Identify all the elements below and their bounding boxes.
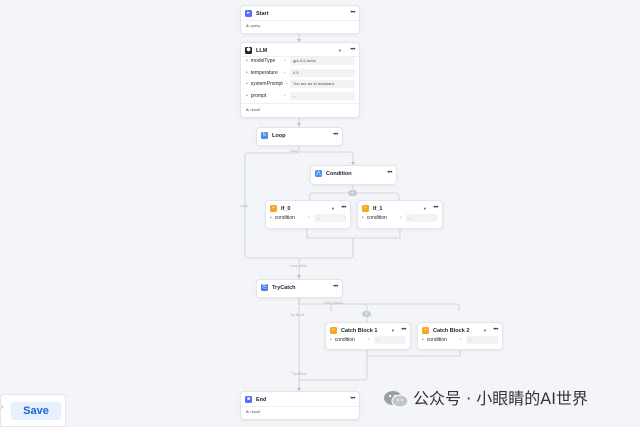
llm-output: Aresult xyxy=(246,107,261,112)
start-icon: ▸ xyxy=(245,10,252,17)
if1-title: If_1 xyxy=(373,206,383,212)
start-output: Aquery xyxy=(246,23,261,28)
param-value[interactable]: You are an AI assistant. xyxy=(290,80,355,88)
chevron-down-icon[interactable]: ▾ xyxy=(424,204,426,214)
param-row-temperature: • temperature * 0.5 xyxy=(246,69,355,77)
add-branch-icon[interactable]: + xyxy=(362,311,371,317)
trycatch-icon: ⎘ xyxy=(261,284,268,291)
llm-node[interactable]: ⬢ LLM ▾ ••• • modelType * gpt-3.5-turbo •… xyxy=(240,42,360,118)
catch1-title: Catch Block 1 xyxy=(341,328,378,334)
wechat-icon xyxy=(384,391,409,408)
branch-icon: ⑂ xyxy=(330,327,337,334)
add-branch-icon[interactable]: + xyxy=(348,190,357,196)
loop-node[interactable]: ↻ Loop ••• xyxy=(256,127,343,146)
more-icon[interactable]: ••• xyxy=(387,169,392,177)
edge-label: Loop finish xyxy=(290,264,307,268)
param-value[interactable]: ... xyxy=(290,92,355,100)
catch2-title: Catch Block 2 xyxy=(433,328,470,334)
condition-node[interactable]: ⋀ Condition ••• xyxy=(310,165,397,185)
param-row-condition: • condition * ... xyxy=(270,214,346,222)
chevron-down-icon[interactable]: ▾ xyxy=(339,46,341,56)
branch-icon: ⑂ xyxy=(362,205,369,212)
more-icon[interactable]: ••• xyxy=(350,46,355,54)
edge-catch-end xyxy=(298,356,368,381)
watermark-text: 公众号 · 小眼睛的AI世界 xyxy=(413,389,588,408)
condition-title: Condition xyxy=(326,171,352,177)
more-icon[interactable]: ••• xyxy=(493,326,498,334)
start-title: Start xyxy=(256,11,269,17)
start-node[interactable]: ▸ Start ••• Aquery xyxy=(240,5,360,34)
llm-icon: ⬢ xyxy=(245,47,252,54)
edge-catch-merge xyxy=(366,349,461,357)
param-row-systemprompt: • systemPrompt * You are an AI assistant. xyxy=(246,80,355,88)
condition-icon: ⋀ xyxy=(315,170,322,177)
param-row-condition: • condition * ... xyxy=(362,214,438,222)
trycatch-title: TryCatch xyxy=(272,285,296,291)
chevron-down-icon[interactable]: ▾ xyxy=(392,326,394,336)
chevron-down-icon[interactable]: ▾ xyxy=(484,326,486,336)
end-node[interactable]: ■ End ••• Aresult xyxy=(240,391,360,420)
edge-label: Loop xyxy=(290,149,298,153)
loop-title: Loop xyxy=(272,133,286,139)
param-value[interactable]: 0.5 xyxy=(290,69,355,77)
edge-catch-branches xyxy=(330,303,460,311)
param-row-condition: • condition * ... xyxy=(330,336,406,344)
more-icon[interactable]: ••• xyxy=(333,283,338,291)
param-value[interactable]: ... xyxy=(374,336,406,344)
param-row-prompt: • prompt * ... xyxy=(246,92,355,100)
param-value[interactable]: gpt-3.5-turbo xyxy=(290,57,355,65)
edge-label: Loop xyxy=(240,204,248,208)
param-value[interactable]: ... xyxy=(466,336,498,344)
more-icon[interactable]: ••• xyxy=(341,204,346,212)
end-icon: ■ xyxy=(245,396,252,403)
param-row-condition: • condition * ... xyxy=(422,336,498,344)
edge-loop-condition xyxy=(298,145,354,165)
edge-branches-merge xyxy=(306,228,401,239)
more-icon[interactable]: ••• xyxy=(401,326,406,334)
save-panel: › Save xyxy=(0,394,66,427)
branch-icon: ⑂ xyxy=(422,327,429,334)
if0-title: If_0 xyxy=(281,206,291,212)
param-value[interactable]: ... xyxy=(314,214,346,222)
chevron-right-icon[interactable]: › xyxy=(1,404,3,411)
save-button[interactable]: Save xyxy=(11,402,61,420)
more-icon[interactable]: ••• xyxy=(350,9,355,17)
edge-label: Try Block xyxy=(292,372,307,376)
if1-node[interactable]: ⑂ If_1 ▾ ••• • condition * ... xyxy=(357,200,443,229)
branch-icon: ⑂ xyxy=(270,205,277,212)
more-icon[interactable]: ••• xyxy=(350,395,355,403)
edge-label: Catch Block xyxy=(324,301,343,305)
catch2-node[interactable]: ⑂ Catch Block 2 ▾ ••• • condition * ... xyxy=(417,322,503,350)
chevron-down-icon[interactable]: ▾ xyxy=(332,204,334,214)
param-value[interactable]: ... xyxy=(406,214,438,222)
trycatch-node[interactable]: ⎘ TryCatch ••• xyxy=(256,279,343,298)
llm-title: LLM xyxy=(256,48,268,54)
more-icon[interactable]: ••• xyxy=(433,204,438,212)
more-icon[interactable]: ••• xyxy=(333,131,338,139)
param-row-modeltype: • modelType * gpt-3.5-turbo xyxy=(246,57,355,65)
edge-label: Try Block xyxy=(290,313,305,317)
end-title: End xyxy=(256,397,267,403)
loop-icon: ↻ xyxy=(261,132,268,139)
end-output: Aresult xyxy=(246,409,261,414)
catch1-node[interactable]: ⑂ Catch Block 1 ▾ ••• • condition * ... xyxy=(325,322,411,350)
if0-node[interactable]: ⑂ If_0 ▾ ••• • condition * ... xyxy=(265,200,351,229)
